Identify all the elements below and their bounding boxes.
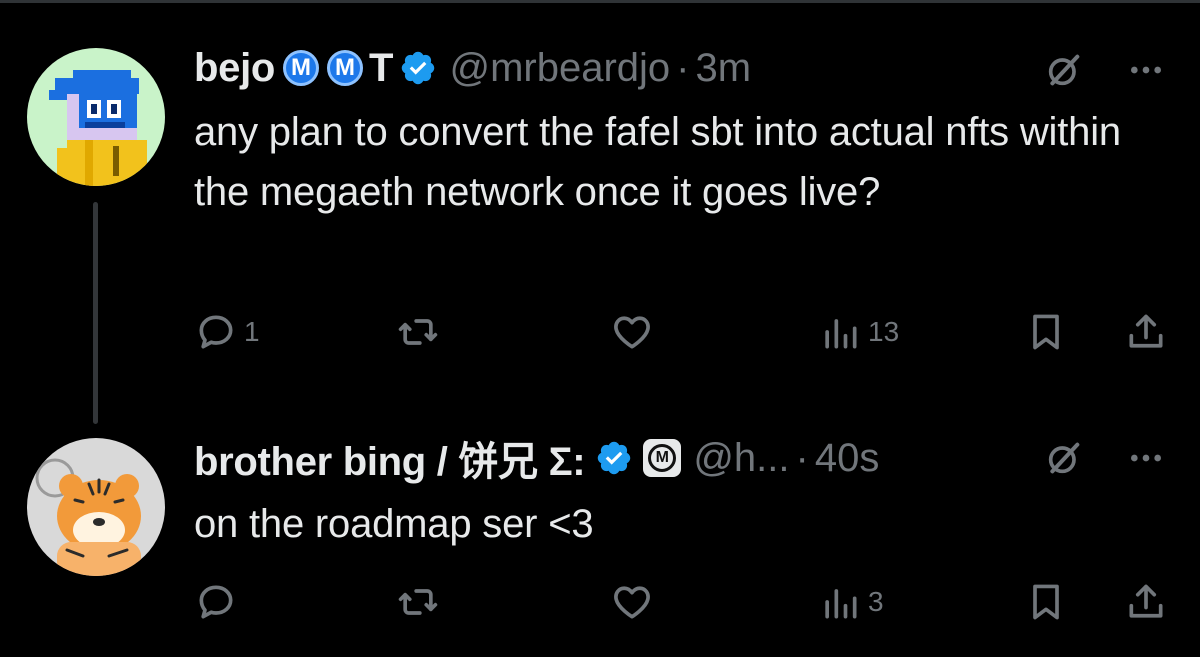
action-bar: 3 <box>0 578 1200 626</box>
timestamp[interactable]: 40s <box>815 436 880 481</box>
avatar[interactable] <box>27 438 165 576</box>
reply-button[interactable]: 1 <box>194 308 260 356</box>
community-badge-icon: M <box>283 50 320 86</box>
bookmark-button[interactable] <box>1024 578 1068 626</box>
avatar[interactable] <box>27 48 165 186</box>
reply-count: 1 <box>244 316 260 347</box>
share-icon <box>1129 584 1163 618</box>
tweet-parent[interactable]: bejo M M T @mrbeardjo · 3m any plan to c… <box>0 0 1200 424</box>
handle[interactable]: @mrbeardjo <box>449 46 670 91</box>
like-icon <box>614 316 650 349</box>
verified-badge-icon[interactable] <box>399 49 437 87</box>
timestamp[interactable]: 3m <box>695 46 751 91</box>
repost-icon <box>398 319 438 345</box>
name-suffix: T <box>369 45 394 90</box>
reply-icon <box>199 585 233 619</box>
separator: · <box>795 435 809 480</box>
repost-button[interactable] <box>396 578 446 626</box>
more-icon[interactable] <box>1126 438 1166 478</box>
tweet-text: any plan to convert the fafel sbt into a… <box>194 110 1121 214</box>
pixel-avatar-icon <box>27 48 165 186</box>
grok-icon[interactable] <box>1044 50 1084 90</box>
views-count: 3 <box>868 586 884 617</box>
tweet-text: on the roadmap ser <3 <box>194 502 594 546</box>
share-button[interactable] <box>1124 578 1168 626</box>
repost-icon <box>398 589 438 615</box>
bookmark-icon <box>1033 584 1059 620</box>
like-icon <box>614 586 650 619</box>
reply-icon <box>199 315 233 349</box>
share-icon <box>1129 314 1163 348</box>
more-icon[interactable] <box>1126 50 1166 90</box>
like-button[interactable] <box>610 578 660 626</box>
action-bar: 1 13 <box>0 308 1200 356</box>
grok-icon[interactable] <box>1044 438 1084 478</box>
handle[interactable]: @h... <box>693 436 789 481</box>
affiliate-badge-icon[interactable]: M <box>643 439 682 477</box>
repost-button[interactable] <box>396 308 446 356</box>
verified-badge-icon[interactable] <box>595 439 633 477</box>
views-count: 13 <box>868 316 900 347</box>
affiliate-badge-letter: M <box>648 444 677 472</box>
bookmark-button[interactable] <box>1024 308 1068 356</box>
tiger-avatar-icon <box>27 438 165 576</box>
reply-button[interactable] <box>194 578 244 626</box>
like-button[interactable] <box>610 308 660 356</box>
views-button[interactable]: 13 <box>818 308 899 356</box>
display-name[interactable]: bejo <box>194 46 275 91</box>
community-badge-icon: M <box>327 50 364 86</box>
display-name[interactable]: brother bing / 饼兄 Σ: <box>194 429 586 487</box>
separator: · <box>676 45 690 90</box>
share-button[interactable] <box>1124 308 1168 356</box>
views-button[interactable]: 3 <box>818 578 884 626</box>
views-icon <box>825 589 857 619</box>
bookmark-icon <box>1033 314 1059 350</box>
views-icon <box>825 319 857 349</box>
